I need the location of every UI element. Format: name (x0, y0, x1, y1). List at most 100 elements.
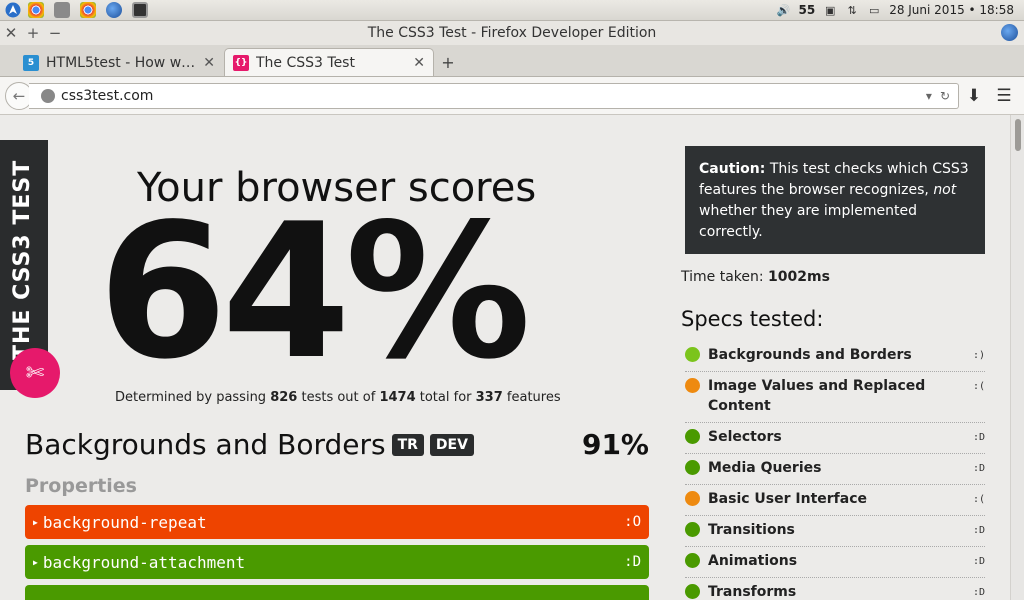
ribbon-text: THE CSS3 TEST (10, 159, 35, 360)
network-icon[interactable]: ⇅ (845, 3, 859, 17)
spec-result: :( (972, 494, 985, 505)
section-percent: 91% (581, 428, 649, 461)
caution-text: whether they are implemented correctly. (699, 203, 917, 240)
total-count: 1474 (379, 390, 416, 405)
caution-label: Caution: (699, 161, 766, 177)
spec-item[interactable]: Media Queries :D (685, 454, 985, 485)
css3test-icon: {} (233, 54, 249, 71)
spec-item[interactable]: Selectors :D (685, 423, 985, 454)
url-bar[interactable]: css3test.com ▾ ↻ (29, 82, 959, 109)
window-title: The CSS3 Test - Firefox Developer Editio… (367, 25, 657, 41)
spec-name: Image Values and Replaced Content (708, 378, 926, 414)
section-subheading: Properties (25, 475, 137, 497)
spec-status-dot (685, 553, 700, 568)
chrome-icon[interactable] (28, 2, 44, 18)
volume-icon[interactable]: 🔊 (776, 3, 791, 17)
time-taken-label: Time taken: (681, 269, 764, 285)
launcher-icon[interactable] (4, 2, 22, 18)
tab-css3test[interactable]: {} The CSS3 Test ✕ (224, 48, 434, 76)
close-window-icon[interactable]: ✕ (0, 24, 22, 42)
globe-icon (41, 88, 55, 103)
firefox-developer-icon[interactable] (106, 2, 122, 18)
time-taken: Time taken: 1002ms (681, 269, 830, 285)
spec-status-dot (685, 460, 700, 475)
system-panel: 🔊 55 ▣ ⇅ ▭ 28 Juni 2015 • 18:58 (0, 0, 1024, 21)
spec-item[interactable]: Animations :D (685, 547, 985, 578)
tab-label: HTML5test - How well doe… (46, 54, 198, 71)
status-badge: DEV (429, 433, 474, 456)
close-tab-icon[interactable]: ✕ (203, 55, 215, 71)
property-name: background-repeat (42, 512, 207, 532)
spec-name: Basic User Interface (708, 491, 867, 507)
page-content: THE CSS3 TEST ✄ Your browser scores 64% … (0, 115, 1010, 600)
tab-strip: 5 HTML5test - How well doe… ✕ {} The CSS… (0, 45, 1024, 77)
spec-name: Media Queries (708, 460, 822, 476)
spec-item[interactable]: Backgrounds and Borders:) (685, 341, 985, 372)
page-scrollbar[interactable] (1010, 115, 1024, 600)
specs-heading: Specs tested: (681, 307, 824, 331)
score-value: 64% (98, 183, 531, 400)
scrollbar-thumb[interactable] (1015, 119, 1021, 151)
tab-html5test[interactable]: 5 HTML5test - How well doe… ✕ (14, 48, 224, 76)
property-row[interactable]: ▶ background-attachment :D (25, 545, 649, 579)
section-title: Backgrounds and Borders (25, 428, 386, 461)
spec-result: :D (972, 432, 985, 443)
spec-item[interactable]: Transforms :D (685, 578, 985, 600)
datetime[interactable]: 28 Juni 2015 • 18:58 (889, 3, 1014, 17)
back-arrow-icon: ← (12, 86, 26, 105)
passed-count: 826 (270, 390, 298, 405)
navigation-bar: ← css3test.com ▾ ↻ ⬇ ☰ (0, 77, 1024, 115)
spec-result: :D (972, 556, 985, 567)
display-icon[interactable]: ▣ (823, 3, 837, 17)
download-icon[interactable]: ⬇ (959, 86, 989, 106)
battery-icon[interactable]: ▭ (867, 3, 881, 17)
spec-name: Transforms (708, 584, 797, 600)
section-backgrounds-borders: Backgrounds and Borders TR DEV 91% Prope… (25, 428, 649, 600)
spec-name: Selectors (708, 429, 782, 445)
dropdown-icon[interactable]: ▾ (926, 89, 932, 103)
maximize-window-icon[interactable]: + (22, 24, 44, 42)
window-titlebar: ✕ + − The CSS3 Test - Firefox Developer … (0, 21, 1024, 45)
spec-result: :D (972, 463, 985, 474)
property-row[interactable] (25, 585, 649, 600)
caution-emphasis: not (933, 182, 957, 198)
spec-status-dot (685, 378, 700, 393)
reload-icon[interactable]: ↻ (940, 89, 950, 103)
tab-label: The CSS3 Test (256, 54, 355, 71)
time-taken-value: 1002ms (768, 269, 830, 285)
property-result: :D (624, 554, 641, 570)
spec-item[interactable]: Transitions :D (685, 516, 985, 547)
spec-name: Animations (708, 553, 798, 569)
terminal-icon[interactable] (132, 2, 148, 18)
spec-status-dot (685, 584, 700, 599)
css3test-logo-icon: ✄ (10, 348, 60, 398)
spec-item[interactable]: Basic User Interface :( (685, 485, 985, 516)
chrome-icon[interactable] (80, 2, 96, 18)
spec-status-dot (685, 522, 700, 537)
html5-icon: 5 (23, 54, 39, 71)
spec-status-dot (685, 429, 700, 444)
spec-result: :D (972, 525, 985, 536)
url-text[interactable]: css3test.com (61, 88, 926, 104)
spec-result: :( (972, 381, 985, 392)
new-tab-button[interactable]: + (434, 48, 462, 76)
caution-box: Caution: This test checks which CSS3 fea… (685, 146, 985, 254)
spec-result: :) (972, 350, 985, 361)
features-count: 337 (475, 390, 503, 405)
spec-name: Backgrounds and Borders (708, 347, 912, 363)
folder-icon[interactable] (54, 2, 70, 18)
status-badge: TR (391, 433, 424, 456)
property-row[interactable]: ▶ background-repeat :O (25, 505, 649, 539)
volume-level: 55 (798, 3, 816, 17)
spec-name: Transitions (708, 522, 795, 538)
spec-status-dot (685, 491, 700, 506)
minimize-window-icon[interactable]: − (44, 24, 66, 42)
score-summary: Determined by passing 826 tests out of 1… (115, 390, 561, 405)
spec-result: :D (972, 587, 985, 598)
expand-arrow-icon: ▶ (33, 517, 38, 527)
css3test-ribbon[interactable]: THE CSS3 TEST ✄ (0, 140, 60, 398)
property-name: background-attachment (42, 552, 246, 572)
close-tab-icon[interactable]: ✕ (413, 55, 425, 71)
spec-item[interactable]: Image Values and Replaced Content :( (685, 372, 985, 423)
menu-icon[interactable]: ☰ (989, 86, 1019, 106)
